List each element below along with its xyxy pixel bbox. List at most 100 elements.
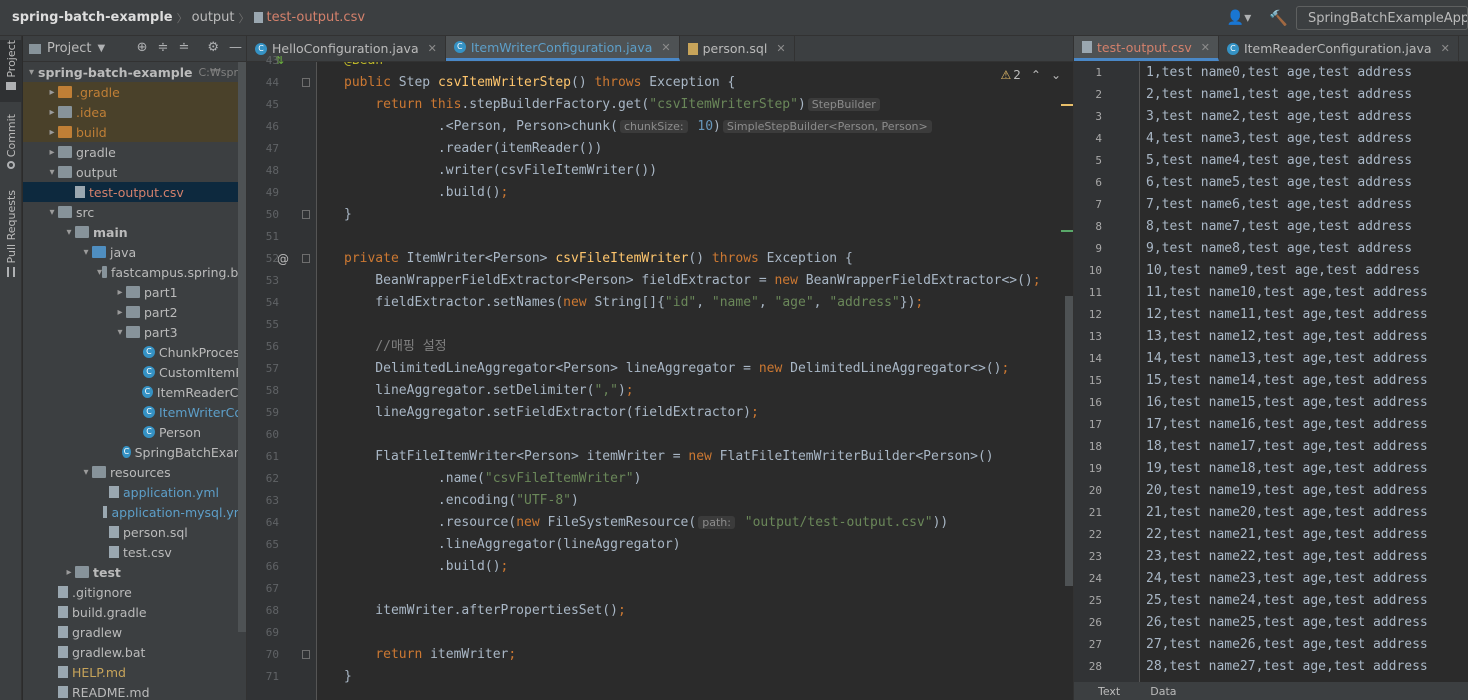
tree-item[interactable]: C ItemWriterCo (23, 402, 246, 422)
tool-tab-pull-requests[interactable]: Pull Requests (0, 190, 22, 282)
tree-item[interactable]: test.csv (23, 542, 246, 562)
tree-item[interactable]: ▸ part2 (23, 302, 246, 322)
project-scrollbar[interactable] (238, 62, 246, 632)
tree-item[interactable]: build.gradle (23, 602, 246, 622)
tree-item[interactable]: C SpringBatchExam (23, 442, 246, 462)
close-icon[interactable]: ✕ (661, 41, 670, 54)
tree-item[interactable]: person.sql (23, 522, 246, 542)
tree-item[interactable]: .gitignore (23, 582, 246, 602)
folder-icon (58, 106, 72, 118)
fold-icon[interactable] (302, 650, 310, 659)
fold-icon[interactable] (302, 78, 310, 87)
close-icon[interactable]: ✕ (1201, 41, 1210, 54)
chevron-down-icon[interactable]: ▾ (29, 67, 34, 78)
chevron-right-icon[interactable]: ▸ (114, 287, 126, 298)
change-marker[interactable] (1061, 230, 1073, 232)
user-icon[interactable]: 👤▾ (1227, 10, 1251, 26)
folder-icon (58, 146, 72, 158)
run-configuration-select[interactable]: SpringBatchExampleApplic (1296, 6, 1468, 30)
chevron-right-icon[interactable]: ▸ (63, 567, 75, 578)
editor-tab[interactable]: test-output.csv ✕ (1074, 36, 1219, 61)
chevron-down-icon[interactable]: ⌄ (1051, 68, 1061, 82)
breadcrumb-project[interactable]: spring-batch-example (12, 10, 173, 25)
chevron-down-icon[interactable]: ▼ (97, 43, 105, 54)
tree-item[interactable]: ▾ src (23, 202, 246, 222)
tree-item-label: gradlew (72, 624, 123, 640)
tree-item[interactable]: ▸ gradle (23, 142, 246, 162)
build-hammer-icon[interactable]: 🔨 (1269, 9, 1288, 27)
editor-scrollbar[interactable] (1065, 296, 1073, 586)
tree-item[interactable]: application.yml (23, 482, 246, 502)
chevron-right-icon[interactable]: ▸ (46, 87, 58, 98)
chevron-down-icon[interactable]: ▾ (46, 207, 58, 218)
warning-marker[interactable] (1061, 104, 1073, 106)
line-number: 62 (265, 472, 279, 485)
code-area[interactable]: @Bean public Step csvItemWriterStep() thr… (318, 62, 1064, 700)
editor-tab[interactable]: C ItemReaderConfiguration.java ✕ (1219, 36, 1459, 61)
csv-line: 1,test name0,test age,test address (1146, 65, 1413, 80)
tree-item[interactable]: ▾ spring-batch-example C:₩sprin (23, 62, 246, 82)
file-icon (102, 506, 108, 518)
tree-item[interactable]: ▾ resources (23, 462, 246, 482)
tool-tab-project[interactable]: Project (0, 40, 22, 102)
tool-tab-commit[interactable]: Commit (0, 114, 22, 176)
inspection-widget[interactable]: ⚠ 2 ⌃ ⌄ (1000, 68, 1061, 82)
chevron-down-icon[interactable]: ▾ (46, 167, 58, 178)
tab-text[interactable]: Text (1098, 685, 1120, 698)
tree-item[interactable]: gradlew (23, 622, 246, 642)
tree-item[interactable]: ▸ part1 (23, 282, 246, 302)
chevron-right-icon[interactable]: ▸ (46, 127, 58, 138)
tree-item[interactable]: ▾ output (23, 162, 246, 182)
close-icon[interactable]: ✕ (428, 42, 437, 55)
chevron-right-icon: 〉 (176, 11, 188, 25)
line-number: 56 (265, 340, 279, 353)
collapse-all-icon[interactable]: ≐ (178, 40, 189, 55)
hide-icon[interactable]: — (229, 40, 242, 55)
tree-item[interactable]: ▾ java (23, 242, 246, 262)
csv-line: 14,test name13,test age,test address (1146, 351, 1428, 366)
tree-item[interactable]: ▾ part3 (23, 322, 246, 342)
project-panel-title[interactable]: Project (47, 41, 91, 56)
locate-icon[interactable]: ⊕ (137, 40, 148, 55)
chevron-down-icon[interactable]: ▾ (63, 227, 75, 238)
chevron-up-icon[interactable]: ⌃ (1031, 68, 1041, 82)
tree-item-label: test.csv (123, 544, 172, 560)
tree-item[interactable]: C ChunkProcess (23, 342, 246, 362)
tree-item[interactable]: C Person (23, 422, 246, 442)
tree-item[interactable]: C ItemReaderCo (23, 382, 246, 402)
code-line: fieldExtractor.setNames(new String[]{"id… (344, 295, 924, 310)
tree-item[interactable]: HELP.md (23, 662, 246, 682)
editor-tab[interactable]: C ItemWriterConfiguration.java ✕ (445, 36, 680, 61)
close-icon[interactable]: ✕ (776, 42, 785, 55)
project-panel-tools: ⊕ ≑ ≐ ⚙ — (137, 40, 242, 55)
tree-item[interactable]: README.md (23, 682, 246, 700)
tree-item[interactable]: application-mysql.ym (23, 502, 246, 522)
chevron-right-icon[interactable]: ▸ (46, 147, 58, 158)
tab-data[interactable]: Data (1150, 685, 1176, 698)
tree-item-label: ChunkProcess (158, 344, 246, 360)
tree-item[interactable]: ▾ main (23, 222, 246, 242)
tree-item[interactable]: ▸ test (23, 562, 246, 582)
breadcrumb-folder[interactable]: output (192, 10, 235, 25)
tree-item[interactable]: gradlew.bat (23, 642, 246, 662)
tree-item[interactable]: ▸ build (23, 122, 246, 142)
csv-content[interactable]: 1,test name0,test age,test address 2,test… (1146, 62, 1466, 682)
chevron-right-icon[interactable]: ▸ (46, 107, 58, 118)
tree-item[interactable]: test-output.csv (23, 182, 246, 202)
tree-item[interactable]: ▾ fastcampus.spring.ba (23, 262, 246, 282)
tree-item-label: part2 (144, 304, 178, 320)
chevron-down-icon[interactable]: ▾ (114, 327, 126, 338)
chevron-down-icon[interactable]: ▾ (80, 247, 92, 258)
gear-icon[interactable]: ⚙ (207, 40, 219, 55)
tree-item[interactable]: ▸ .gradle (23, 82, 246, 102)
close-icon[interactable]: ✕ (1441, 42, 1450, 55)
fold-icon[interactable] (302, 254, 310, 263)
tree-item[interactable]: C CustomItemR (23, 362, 246, 382)
tree-item[interactable]: ▸ .idea (23, 102, 246, 122)
expand-all-icon[interactable]: ≑ (158, 40, 169, 55)
fold-icon[interactable] (302, 210, 310, 219)
chevron-down-icon[interactable]: ▾ (80, 467, 92, 478)
chevron-right-icon[interactable]: ▸ (114, 307, 126, 318)
editor-tab[interactable]: person.sql ✕ (680, 36, 795, 61)
breadcrumb-file[interactable]: test-output.csv (267, 10, 366, 25)
